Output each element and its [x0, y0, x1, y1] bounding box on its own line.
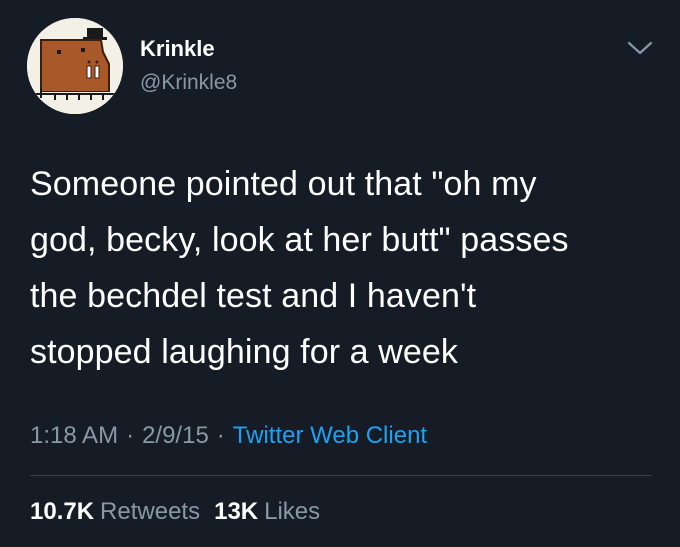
walrus-avatar-icon — [27, 18, 123, 114]
tweet-text-line: stopped laughing for a week — [30, 333, 458, 371]
divider — [30, 475, 652, 476]
chevron-down-icon[interactable] — [626, 38, 654, 58]
avatar[interactable] — [27, 18, 123, 114]
retweets-label: Retweets — [100, 498, 201, 525]
tweet-stats: 10.7K Retweets 13K Likes — [30, 496, 320, 528]
user-handle[interactable]: @Krinkle8 — [140, 70, 237, 96]
likes-label: Likes — [264, 498, 321, 525]
tweet-time[interactable]: 1:18 AM — [30, 422, 118, 449]
display-name[interactable]: Krinkle — [140, 36, 215, 62]
tweet-text: Someone pointed out that "oh my god, bec… — [30, 156, 650, 380]
tweet-meta: 1:18 AM · 2/9/15 · Twitter Web Client — [30, 420, 427, 452]
tweet-text-line: Someone pointed out that "oh my — [30, 165, 537, 203]
meta-separator: · — [126, 422, 135, 449]
tweet-date[interactable]: 2/9/15 — [142, 422, 209, 449]
tweet-card: Krinkle @Krinkle8 Someone pointed out th… — [0, 0, 680, 547]
tweet-text-line: the bechdel test and I haven't — [30, 277, 477, 315]
meta-separator: · — [216, 422, 225, 449]
likes-stat[interactable]: 13K Likes — [214, 498, 320, 525]
retweets-count: 10.7K — [30, 498, 95, 525]
tweet-source-link[interactable]: Twitter Web Client — [233, 422, 427, 449]
likes-count: 13K — [214, 498, 259, 525]
tweet-text-line: god, becky, look at her butt" passes — [30, 221, 569, 259]
retweets-stat[interactable]: 10.7K Retweets — [30, 498, 200, 525]
